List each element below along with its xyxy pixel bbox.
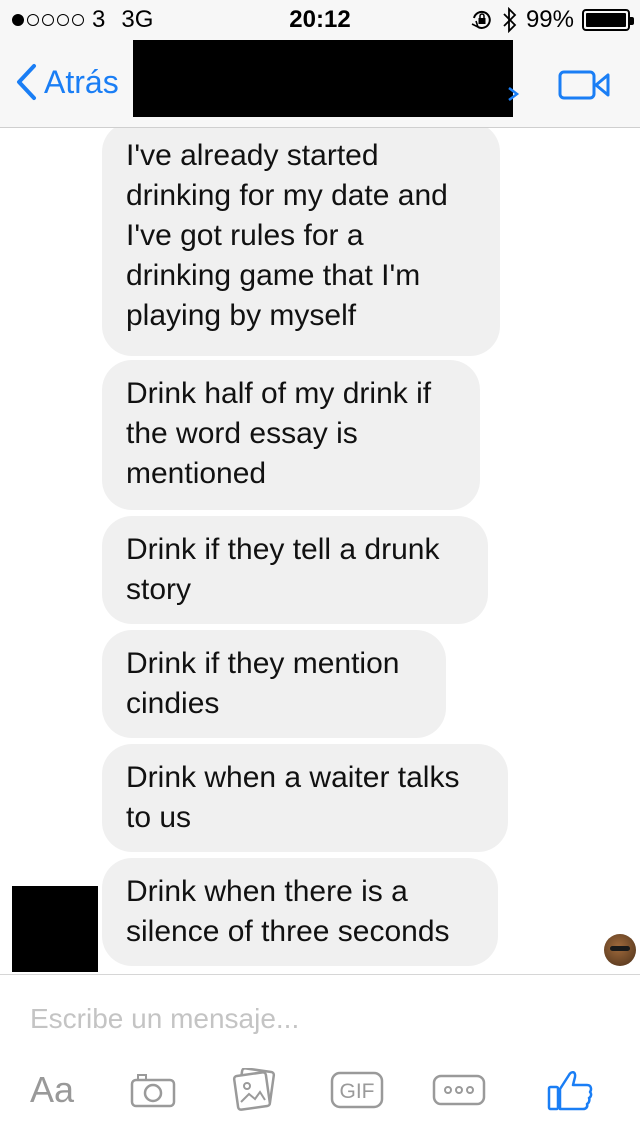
- gif-button[interactable]: GIF: [330, 1065, 384, 1115]
- battery-percent: 99%: [525, 6, 574, 33]
- text-format-label: Aa: [29, 1069, 75, 1110]
- navigation-bar: Atrás: [0, 40, 640, 128]
- composer: Aa GIF: [0, 974, 640, 1136]
- battery-tip: [630, 17, 634, 25]
- status-bar: 3 3G 20:12 99%: [0, 0, 640, 40]
- like-button[interactable]: [544, 1065, 596, 1115]
- battery-level: [586, 13, 626, 27]
- message-input[interactable]: [30, 999, 610, 1039]
- gallery-button[interactable]: [230, 1065, 280, 1115]
- chevron-right-icon[interactable]: [506, 84, 520, 104]
- status-right: 99%: [470, 6, 634, 34]
- more-options-button[interactable]: [432, 1065, 486, 1115]
- back-chevron-icon: [17, 64, 36, 100]
- gallery-icon: [232, 1068, 276, 1111]
- redacted-contact-name: [133, 40, 513, 117]
- text-format-button[interactable]: Aa: [24, 1065, 80, 1115]
- battery-icon: [582, 9, 634, 31]
- redacted-sender-avatar: [12, 886, 98, 972]
- read-receipt-avatar: [604, 934, 636, 966]
- message-bubble[interactable]: I've already started drinking for my dat…: [102, 128, 500, 356]
- back-label: Atrás: [44, 63, 119, 100]
- orientation-lock-icon: [471, 11, 491, 29]
- gif-label: GIF: [340, 1080, 375, 1103]
- message-bubble[interactable]: Drink if they mention cindies: [102, 630, 446, 738]
- message-bubble[interactable]: Drink half of my drink if the word essay…: [102, 360, 480, 510]
- camera-button[interactable]: [128, 1065, 178, 1115]
- like-icon: [547, 1071, 593, 1111]
- message-thread: I've already started drinking for my dat…: [0, 128, 640, 974]
- video-call-icon[interactable]: [558, 68, 610, 102]
- more-icon: [432, 1074, 486, 1106]
- message-bubble[interactable]: Drink if they tell a drunk story: [102, 516, 488, 624]
- camera-icon: [130, 1074, 176, 1108]
- message-bubble[interactable]: Drink when there is a silence of three s…: [102, 858, 498, 966]
- bluetooth-icon: [503, 7, 517, 33]
- back-button[interactable]: Atrás: [14, 62, 119, 102]
- gif-icon: GIF: [330, 1071, 384, 1109]
- message-bubble[interactable]: Drink when a waiter talks to us: [102, 744, 508, 852]
